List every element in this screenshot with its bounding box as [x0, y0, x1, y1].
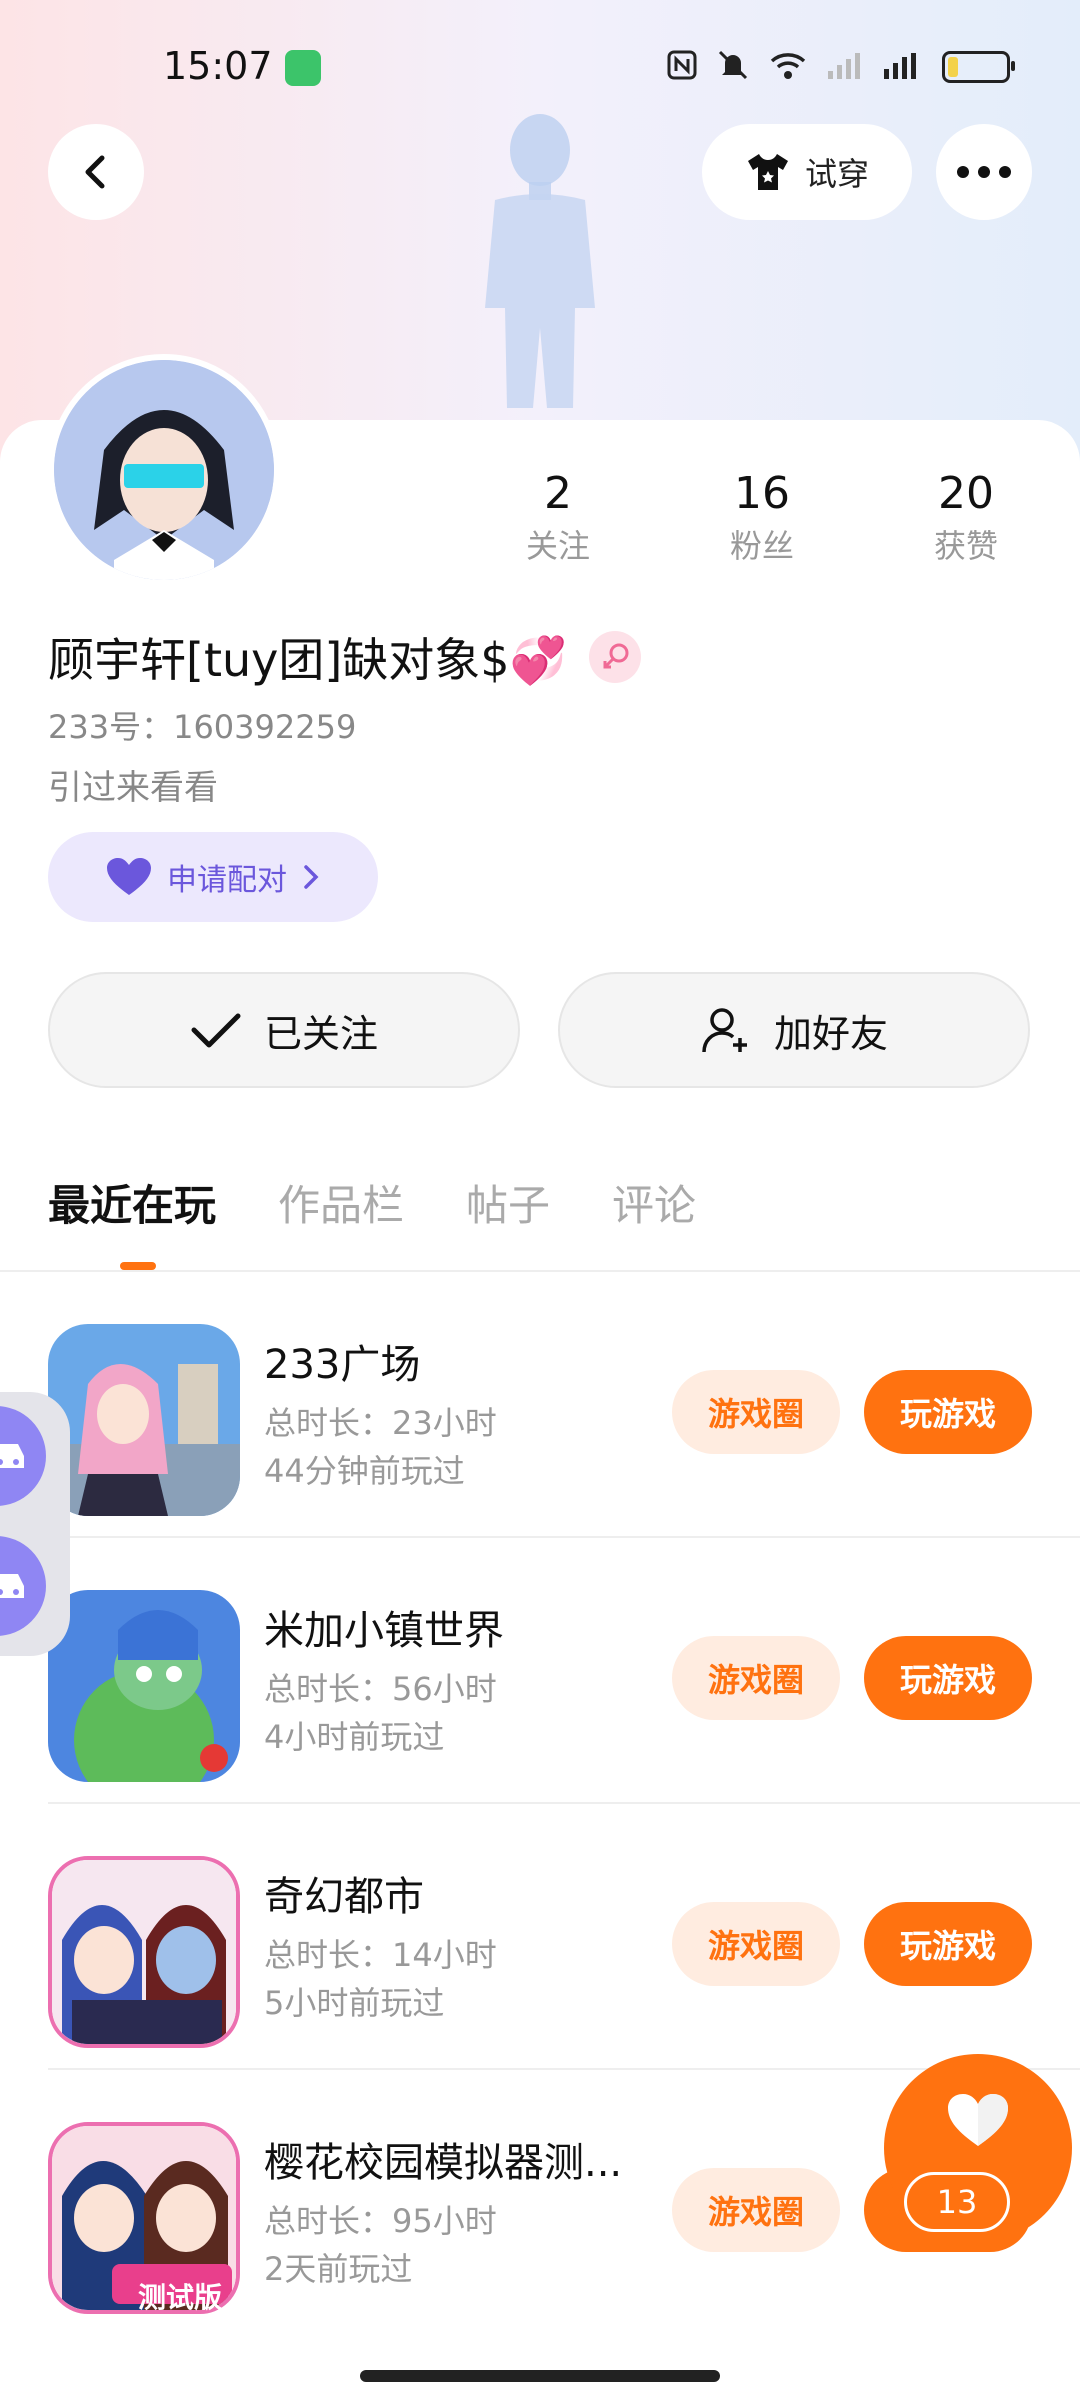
heart-icon — [948, 2094, 1008, 2146]
check-icon — [191, 1013, 241, 1048]
floating-side-dock[interactable] — [0, 1392, 70, 1656]
game-duration: 总时长：95小时 — [264, 2202, 497, 2240]
add-friend-button[interactable]: 加好友 — [558, 972, 1030, 1088]
stat-following-label: 关注 — [525, 527, 590, 565]
game-icon-badge: 测试版 — [138, 2281, 223, 2314]
followed-label: 已关注 — [263, 1011, 378, 1056]
like-count: 13 — [904, 2172, 1010, 2232]
stat-fans-label: 粉丝 — [729, 527, 794, 565]
game-icon-fantasy-city — [48, 1856, 240, 2048]
signal-4g-icon — [880, 49, 924, 85]
profile-name: 顾宇轩[tuy团]缺对象$💞 — [48, 633, 567, 687]
status-bar: 15:07 — [0, 0, 1080, 140]
status-time: 15:07 — [163, 44, 273, 88]
car-icon — [0, 1444, 24, 1468]
game-circle-button[interactable]: 游戏圈 — [672, 1370, 840, 1454]
back-button[interactable] — [48, 124, 144, 220]
game-title: 米加小镇世界 — [264, 1608, 504, 1654]
chevron-left-icon — [85, 155, 105, 189]
game-circle-button[interactable]: 游戏圈 — [672, 2168, 840, 2252]
stat-following-number: 2 — [544, 468, 572, 519]
tab-indicator — [120, 1262, 156, 1270]
float-car-button-2[interactable] — [0, 1536, 46, 1636]
car-icon — [0, 1574, 24, 1598]
stat-likes[interactable]: 20 获赞 — [896, 468, 1036, 567]
profile-tabs: 最近在玩 作品栏 帖子 评论 — [48, 1172, 696, 1233]
game-duration: 总时长：23小时 — [264, 1404, 497, 1442]
play-game-button[interactable]: 玩游戏 — [864, 1636, 1032, 1720]
apply-pair-label: 申请配对 — [167, 863, 287, 898]
game-row[interactable]: 米加小镇世界 总时长：56小时 4小时前玩过 游戏圈 玩游戏 — [48, 1538, 1080, 1804]
game-duration: 总时长：56小时 — [264, 1670, 497, 1708]
game-circle-button[interactable]: 游戏圈 — [672, 1902, 840, 1986]
profile-bio: 引过来看看 — [48, 768, 218, 808]
signal-sim1-icon — [826, 49, 862, 85]
mute-icon — [716, 48, 750, 86]
profile-id: 233号：160392259 — [48, 708, 357, 746]
battery-icon — [942, 51, 1015, 83]
game-circle-button[interactable]: 游戏圈 — [672, 1636, 840, 1720]
game-title: 奇幻都市 — [264, 1874, 424, 1920]
game-icon-mijia-town — [48, 1590, 240, 1782]
stat-fans-number: 16 — [734, 468, 790, 519]
play-game-button[interactable]: 玩游戏 — [864, 1370, 1032, 1454]
add-user-icon — [702, 1008, 747, 1053]
chevron-right-icon — [304, 865, 319, 889]
game-last-played: 44分钟前玩过 — [264, 1452, 465, 1490]
add-friend-label: 加好友 — [773, 1011, 888, 1056]
apply-pair-button[interactable]: 申请配对 — [48, 832, 378, 922]
avatar-figure-hologram — [485, 114, 595, 408]
game-last-played: 5小时前玩过 — [264, 1984, 445, 2022]
game-last-played: 4小时前玩过 — [264, 1718, 445, 1756]
avatar[interactable] — [48, 354, 280, 586]
female-gender-icon — [588, 631, 641, 683]
tshirt-icon — [747, 154, 788, 190]
game-title: 樱花校园模拟器测... — [264, 2140, 623, 2186]
game-icon-233-plaza — [48, 1324, 240, 1516]
game-row[interactable]: 233广场 总时长：23小时 44分钟前玩过 游戏圈 玩游戏 — [48, 1272, 1080, 1538]
system-icons — [666, 48, 1015, 86]
stat-following[interactable]: 2 关注 — [488, 468, 628, 567]
float-car-button-1[interactable] — [0, 1406, 46, 1506]
play-game-button[interactable]: 玩游戏 — [864, 1902, 1032, 1986]
game-last-played: 2天前玩过 — [264, 2250, 413, 2288]
tab-posts[interactable]: 帖子 — [466, 1172, 550, 1233]
try-on-button[interactable]: 试穿 — [702, 124, 912, 220]
stat-fans[interactable]: 16 粉丝 — [692, 468, 832, 567]
game-row[interactable]: 测试版 樱花校园模拟器测... 总时长：95小时 2天前玩过 游戏圈 玩 — [48, 2070, 1032, 2336]
tab-recent-play[interactable]: 最近在玩 — [48, 1172, 216, 1233]
heart-icon — [107, 858, 151, 895]
more-button[interactable] — [936, 124, 1032, 220]
stat-likes-label: 获赞 — [933, 527, 998, 565]
tab-works[interactable]: 作品栏 — [278, 1172, 404, 1233]
stat-likes-number: 20 — [938, 468, 994, 519]
game-duration: 总时长：14小时 — [264, 1936, 497, 1974]
game-title: 233广场 — [264, 1342, 421, 1388]
try-on-label: 试穿 — [804, 155, 869, 193]
followed-button[interactable]: 已关注 — [48, 972, 520, 1088]
tab-comments[interactable]: 评论 — [612, 1172, 696, 1233]
more-dots-icon — [957, 166, 1011, 178]
nfc-icon — [666, 49, 698, 85]
wifi-icon — [768, 49, 808, 85]
profile-name-row: 顾宇轩[tuy团]缺对象$💞 — [48, 624, 641, 690]
notification-app-icon — [285, 50, 321, 86]
game-row[interactable]: 奇幻都市 总时长：14小时 5小时前玩过 游戏圈 玩游戏 — [48, 1804, 1080, 2070]
gesture-handle[interactable] — [360, 2370, 720, 2382]
